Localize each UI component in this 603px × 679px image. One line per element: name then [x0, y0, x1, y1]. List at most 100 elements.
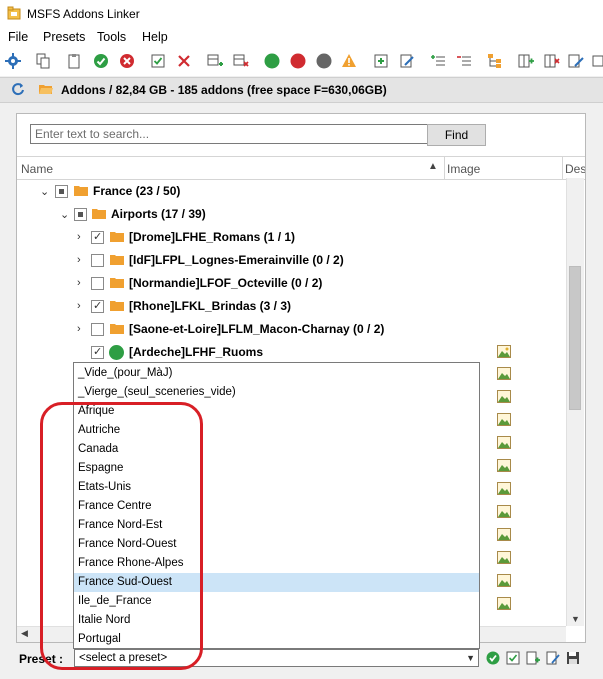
image-thumbnail-icon[interactable] [497, 390, 511, 403]
preset-option[interactable]: Etats-Unis [74, 478, 479, 497]
toolbar [0, 48, 603, 76]
tree-row-item[interactable]: [Ardeche]LFHF_Ruoms [17, 341, 565, 364]
tree-label: [Normandie]LFOF_Octeville (0 / 2) [129, 276, 323, 290]
tree-checkbox[interactable] [91, 277, 104, 290]
save-icon[interactable] [566, 651, 580, 665]
preset-option[interactable]: _Vide_(pour_MàJ) [74, 364, 479, 383]
tree-row-item[interactable]: › [IdF]LFPL_Lognes-Emerainville (0 / 2) [17, 249, 565, 272]
gray-circle-icon[interactable] [316, 53, 332, 69]
tree-row-france[interactable]: ⌄ France (23 / 50) [17, 180, 565, 203]
indent-remove-icon[interactable] [456, 53, 472, 69]
paste-icon[interactable] [66, 53, 82, 69]
remove-col-icon[interactable] [544, 53, 560, 69]
scroll-down-arrow-icon[interactable]: ▼ [571, 614, 580, 624]
preset-option-highlighted[interactable]: France Sud-Ouest [74, 573, 479, 592]
tree-label: [Rhone]LFKL_Brindas (3 / 3) [129, 299, 292, 313]
checkbox-icon[interactable] [150, 53, 166, 69]
preset-option[interactable]: Portugal [74, 630, 479, 649]
preset-option[interactable]: Italie Nord [74, 611, 479, 630]
image-thumbnail-icon[interactable] [497, 345, 511, 358]
tree-row-item[interactable]: › [Saone-et-Loire]LFLM_Macon-Charnay (0 … [17, 318, 565, 341]
tree-checkbox[interactable] [74, 208, 87, 221]
more-icon[interactable] [592, 53, 603, 69]
gear-icon[interactable] [5, 53, 21, 69]
apply-preset-icon[interactable] [486, 651, 500, 665]
menu-tools[interactable]: Tools [97, 30, 126, 44]
image-thumbnail-icon[interactable] [497, 574, 511, 587]
edit-list-icon[interactable] [399, 53, 415, 69]
scroll-left-arrow-icon[interactable]: ◀ [21, 628, 28, 639]
dropdown-arrow-icon[interactable]: ▼ [466, 650, 475, 666]
cancel-icon[interactable] [119, 53, 135, 69]
menu-file[interactable]: File [8, 30, 28, 44]
tree-checkbox[interactable] [91, 254, 104, 267]
tree-row-item[interactable]: › [Drome]LFHE_Romans (1 / 1) [17, 226, 565, 249]
scrollbar-thumb[interactable] [569, 266, 581, 410]
preset-option[interactable]: France Centre [74, 497, 479, 516]
chevron-right-icon[interactable]: › [77, 231, 81, 243]
image-thumbnail-icon[interactable] [497, 551, 511, 564]
image-thumbnail-icon[interactable] [497, 413, 511, 426]
tree-checkbox[interactable] [55, 185, 68, 198]
tree-checkbox[interactable] [91, 345, 104, 359]
edit-col-icon[interactable] [568, 53, 584, 69]
tree-checkbox[interactable] [91, 323, 104, 336]
preset-option[interactable]: France Nord-Est [74, 516, 479, 535]
remove-table-icon[interactable] [233, 53, 249, 69]
folder-icon [110, 232, 124, 242]
image-thumbnail-icon[interactable] [497, 436, 511, 449]
preset-option[interactable]: France Rhone-Alpes [74, 554, 479, 573]
preset-option[interactable]: _Vierge_(seul_sceneries_vide) [74, 383, 479, 402]
folder-icon [110, 301, 124, 311]
tree-row-airports[interactable]: ⌄ Airports (17 / 39) [17, 203, 565, 226]
check-icon[interactable] [93, 53, 109, 69]
preset-option[interactable]: Canada [74, 440, 479, 459]
add-list-icon[interactable] [373, 53, 389, 69]
close-icon[interactable] [176, 53, 192, 69]
column-header-name[interactable]: Name [21, 162, 53, 176]
preset-option[interactable]: France Nord-Ouest [74, 535, 479, 554]
preset-option[interactable]: Afrique [74, 402, 479, 421]
tree-row-item[interactable]: › [Rhone]LFKL_Brindas (3 / 3) [17, 295, 565, 318]
preset-select[interactable]: <select a preset> ▼ [74, 649, 479, 667]
copy-icon[interactable] [35, 53, 51, 69]
image-thumbnail-icon[interactable] [497, 505, 511, 518]
green-circle-icon[interactable] [264, 53, 280, 69]
refresh-icon[interactable] [11, 82, 25, 96]
preset-option[interactable]: Autriche [74, 421, 479, 440]
red-circle-icon[interactable] [290, 53, 306, 69]
tree-row-item[interactable]: › [Normandie]LFOF_Octeville (0 / 2) [17, 272, 565, 295]
menu-help[interactable]: Help [142, 30, 168, 44]
tree-checkbox[interactable] [91, 230, 104, 244]
column-header-image[interactable]: Image [447, 162, 480, 176]
column-header-desc[interactable]: Des [565, 162, 585, 176]
search-input[interactable]: Enter text to search... [30, 124, 430, 144]
chevron-right-icon[interactable]: › [77, 254, 81, 266]
path-text: Addons / 82,84 GB - 185 addons (free spa… [61, 83, 387, 97]
image-thumbnail-icon[interactable] [497, 597, 511, 610]
image-thumbnail-icon[interactable] [497, 482, 511, 495]
check-preset-icon[interactable] [506, 651, 520, 665]
add-col-icon[interactable] [518, 53, 534, 69]
image-thumbnail-icon[interactable] [497, 367, 511, 380]
menu-presets[interactable]: Presets [43, 30, 85, 44]
find-button[interactable]: Find [427, 124, 486, 146]
add-preset-icon[interactable] [526, 651, 540, 665]
warning-icon[interactable] [341, 53, 357, 69]
indent-add-icon[interactable] [430, 53, 446, 69]
tree-icon[interactable] [487, 53, 503, 69]
chevron-right-icon[interactable]: › [77, 277, 81, 289]
add-table-icon[interactable] [207, 53, 223, 69]
chevron-right-icon[interactable]: › [77, 323, 81, 335]
edit-preset-icon[interactable] [546, 651, 560, 665]
preset-option[interactable]: Ile_de_France [74, 592, 479, 611]
preset-option[interactable]: Espagne [74, 459, 479, 478]
chevron-right-icon[interactable]: › [77, 300, 81, 312]
chevron-down-icon[interactable]: ⌄ [40, 185, 49, 198]
vertical-scrollbar[interactable]: ▼ [566, 178, 584, 626]
image-thumbnail-icon[interactable] [497, 459, 511, 472]
folder-open-icon [39, 85, 53, 94]
chevron-down-icon[interactable]: ⌄ [60, 208, 69, 221]
tree-checkbox[interactable] [91, 299, 104, 313]
image-thumbnail-icon[interactable] [497, 528, 511, 541]
